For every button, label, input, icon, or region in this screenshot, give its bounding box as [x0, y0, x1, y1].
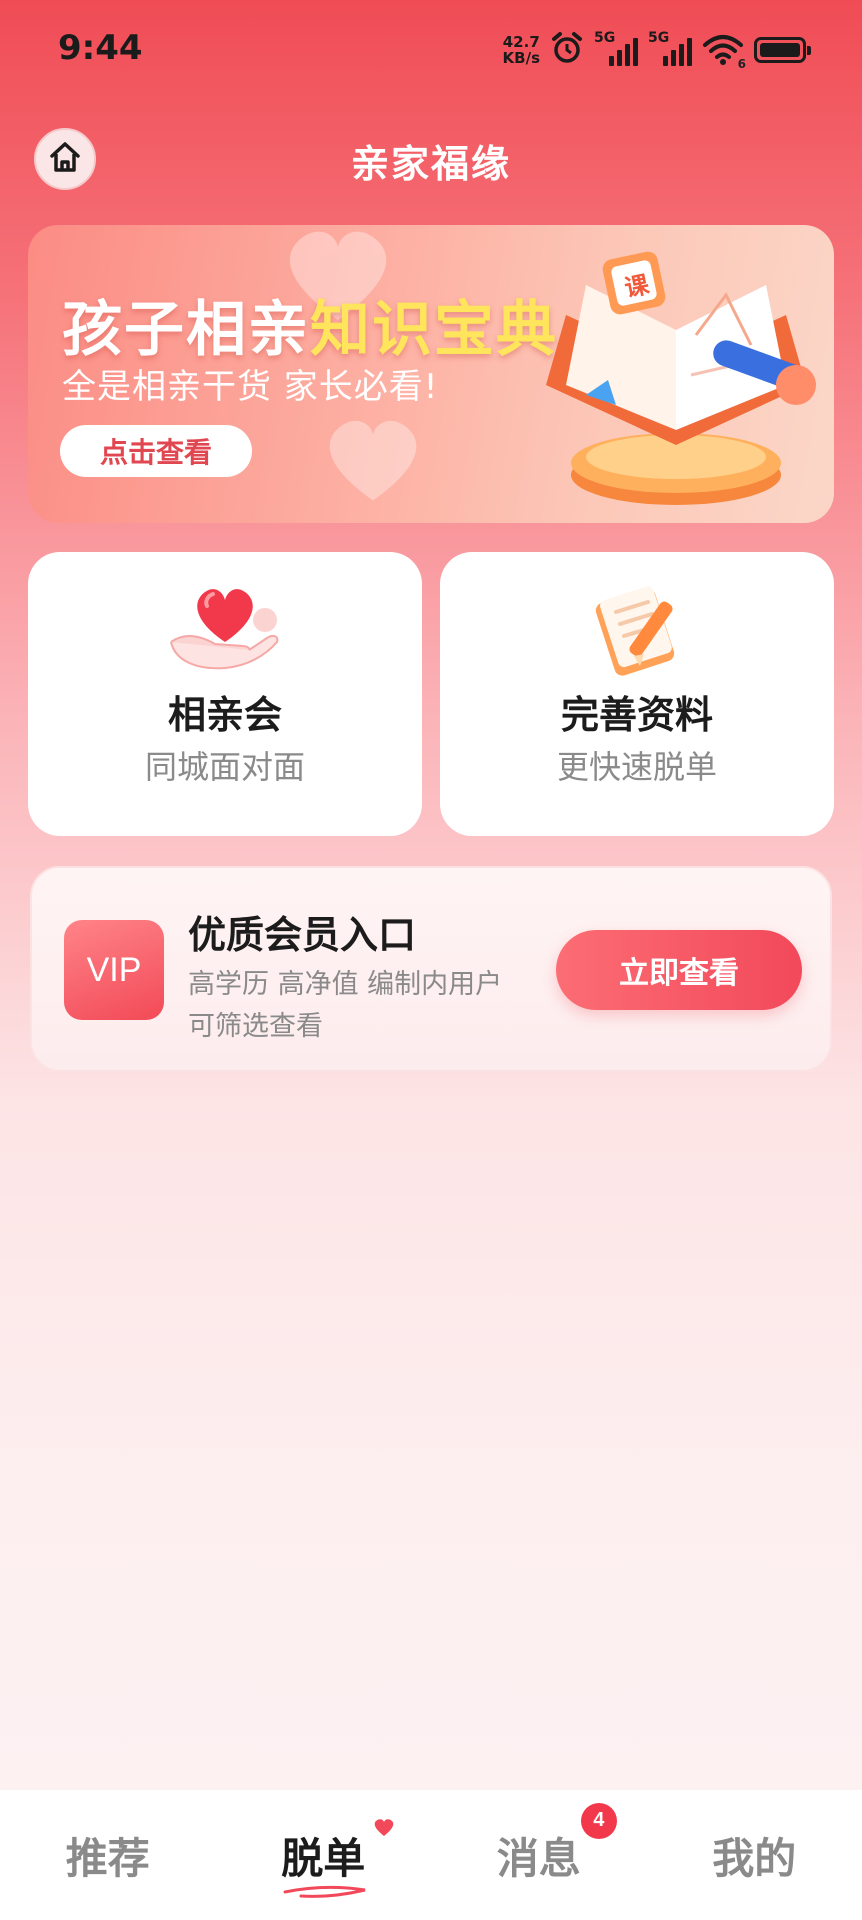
banner-title: 孩子相亲知识宝典: [62, 281, 558, 368]
complete-profile-card[interactable]: 完善资料 更快速脱单: [440, 552, 834, 836]
signal-icon: 5G: [594, 30, 638, 70]
banner-view-button[interactable]: 点击查看: [60, 425, 252, 477]
card-title: 完善资料: [560, 693, 713, 737]
notepad-pen-icon: [595, 586, 675, 676]
banner-title-highlight: 知识宝典: [310, 295, 558, 365]
card-subtitle: 更快速脱单: [556, 748, 717, 786]
matchmaking-event-card[interactable]: 相亲会 同城面对面: [28, 552, 422, 836]
bottom-nav: 推荐 脱单 消息 4 我的: [0, 1790, 862, 1920]
book-pencil-icon: 课: [546, 251, 816, 505]
card-title: 相亲会: [167, 693, 282, 737]
vip-badge: VIP: [64, 920, 164, 1020]
wifi-icon: 6: [702, 33, 746, 71]
net-speed-unit: KB/s: [502, 49, 540, 67]
net-speed: 42.7 KB/s: [503, 34, 540, 66]
signal-icon-2: 5G: [648, 30, 692, 70]
nav-label: 脱单: [281, 1833, 366, 1883]
vip-title: 优质会员入口: [188, 913, 417, 957]
heart-icon: [374, 1818, 394, 1836]
net-speed-value: 42.7: [502, 33, 540, 51]
message-count-badge: 4: [580, 1802, 617, 1839]
alarm-icon: [550, 31, 584, 69]
underline-decoration-icon: [283, 1885, 366, 1898]
nav-item-match[interactable]: 脱单: [216, 1790, 432, 1920]
nav-label: 我的: [712, 1833, 797, 1883]
wifi-label: 6: [737, 57, 746, 71]
page-title: 亲家福缘: [350, 142, 511, 186]
vip-entry-panel: VIP 优质会员入口 高学历 高净值 编制内用户可筛选查看 立即查看: [30, 866, 832, 1072]
status-icons: 42.7 KB/s 5G 5G 6: [503, 28, 811, 72]
nav-item-messages[interactable]: 消息 4: [431, 1790, 647, 1920]
vip-view-button[interactable]: 立即查看: [556, 930, 802, 1010]
nav-label: 推荐: [65, 1833, 150, 1883]
banner-title-main: 孩子相亲: [62, 295, 310, 365]
card-subtitle: 同城面对面: [144, 748, 305, 786]
banner-subtitle: 全是相亲干货 家长必看!: [62, 367, 439, 407]
nav-item-recommend[interactable]: 推荐: [0, 1790, 216, 1920]
heart-hand-icon: [170, 589, 279, 670]
knowledge-banner[interactable]: 孩子相亲知识宝典 全是相亲干货 家长必看! 点击查看 课: [28, 225, 834, 523]
status-time: 9:44: [58, 28, 143, 68]
nav-label: 消息: [496, 1833, 581, 1883]
heart-decoration-icon-2: [329, 420, 417, 501]
status-bar: 9:44 42.7 KB/s 5G 5G 6: [0, 0, 862, 100]
nav-item-mine[interactable]: 我的: [647, 1790, 862, 1920]
vip-description: 高学历 高净值 编制内用户可筛选查看: [188, 969, 503, 1042]
battery-icon: [754, 37, 811, 63]
